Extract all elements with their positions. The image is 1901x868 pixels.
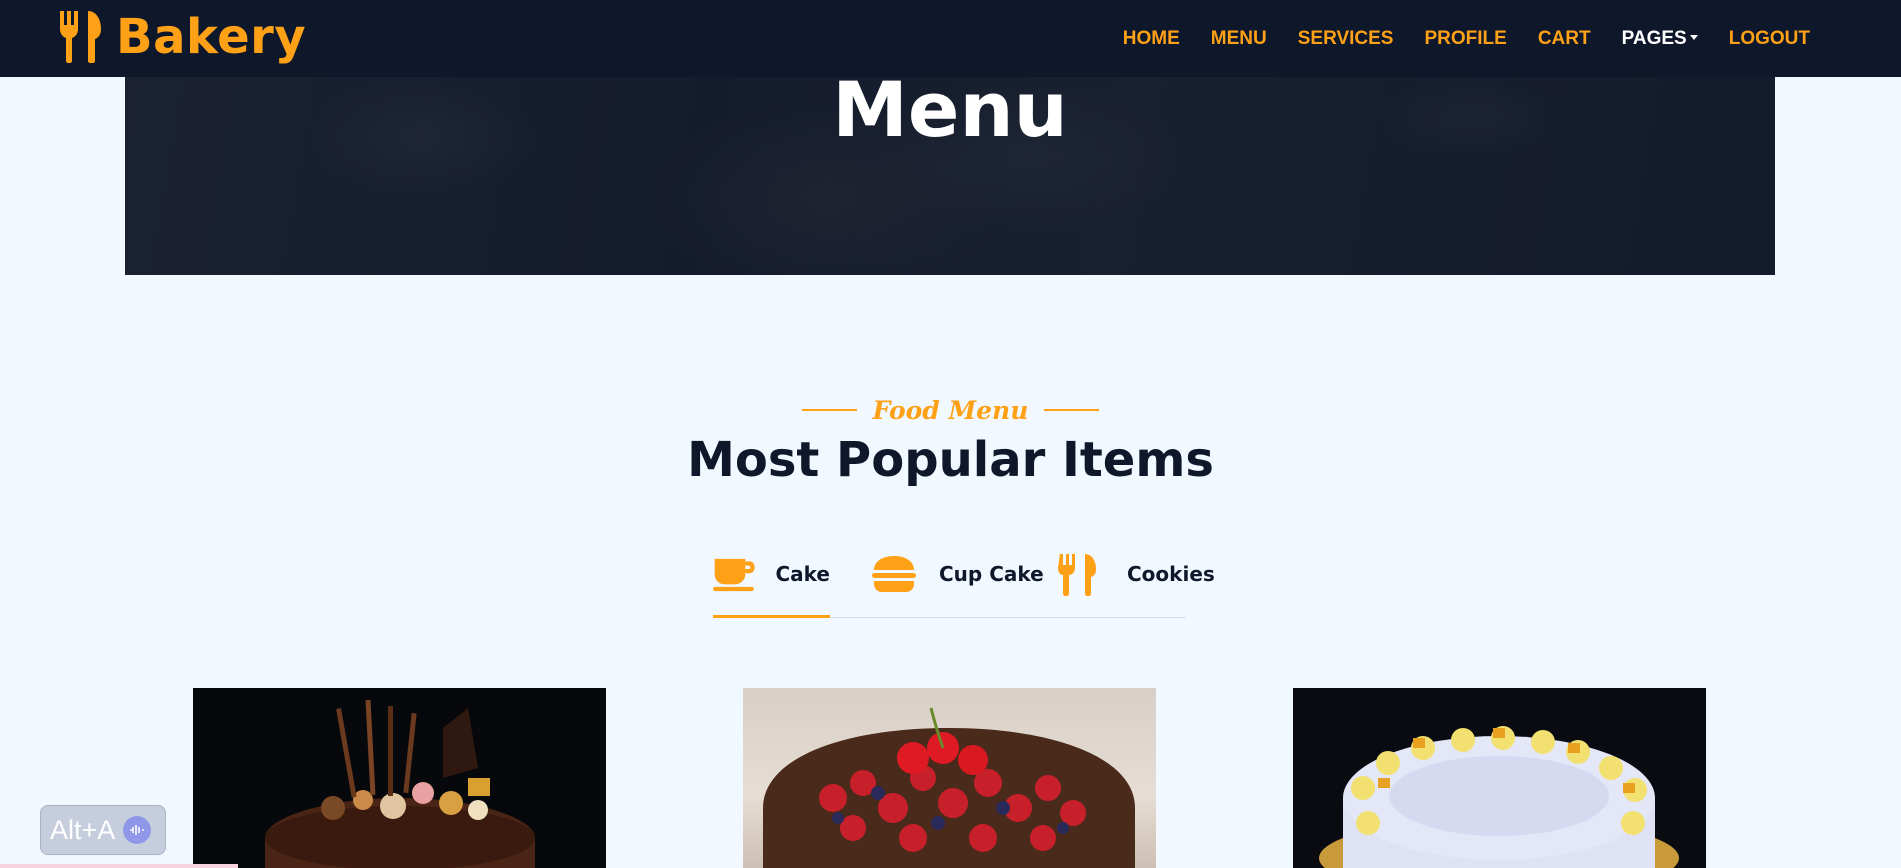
cream-cake-illustration [1319,726,1679,868]
nav-pages-dropdown[interactable]: PAGES [1622,28,1698,50]
tab-cup-cake-label: Cup Cake [939,562,1044,586]
nav-menu: HOME MENU SERVICES PROFILE CART PAGES LO… [1092,0,1810,77]
divider-line [801,409,857,411]
nav-cart[interactable]: CART [1538,28,1591,50]
utensils-icon [1058,554,1096,596]
hero-banner: Menu [125,77,1775,275]
voice-wave-icon [123,816,152,844]
accessibility-shortcut-badge[interactable]: Alt+A [40,805,166,855]
chocolate-cake-illustration [265,699,535,868]
section-subtitle: Food Menu [0,392,1901,428]
menu-tabs: Cake Cup Cake Cookies [713,548,1215,618]
tab-cookies-label: Cookies [1127,562,1215,586]
caret-down-icon [1689,34,1698,40]
divider-line [1044,409,1100,411]
product-image-cream-cake[interactable] [1293,688,1706,868]
tab-cake-label: Cake [775,562,830,586]
navbar: Bakery HOME MENU SERVICES PROFILE CART P… [0,0,1901,77]
tab-cookies[interactable]: Cookies [1057,548,1215,618]
hamburger-icon [872,556,916,592]
product-image-chocolate-cake[interactable] [193,688,606,868]
shortcut-label: Alt+A [50,814,116,845]
nav-logout[interactable]: LOGOUT [1729,28,1810,50]
product-image-berry-cake[interactable] [743,688,1156,868]
section-subtitle-text: Food Menu [872,395,1029,425]
nav-pages-label: PAGES [1621,27,1687,49]
nav-home[interactable]: HOME [1123,28,1180,50]
nav-menu-link[interactable]: MENU [1211,28,1267,50]
brand-name: Bakery [116,9,307,65]
section-title: Most Popular Items [687,432,1214,488]
nav-services[interactable]: SERVICES [1298,28,1394,50]
nav-profile[interactable]: PROFILE [1424,28,1506,50]
tab-cup-cake[interactable]: Cup Cake [869,548,1044,618]
berry-cake-illustration [763,707,1135,868]
bottom-strip [0,864,238,868]
page-title: Menu [832,77,1068,154]
brand-logo[interactable]: Bakery [58,8,306,66]
coffee-cup-icon [713,558,755,592]
utensils-icon [60,11,101,63]
tab-cake[interactable]: Cake [713,548,830,618]
